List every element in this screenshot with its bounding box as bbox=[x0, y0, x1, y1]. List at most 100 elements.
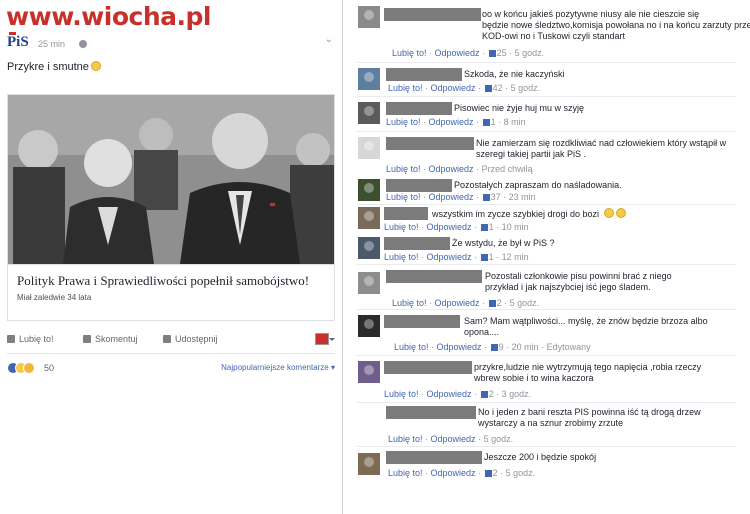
comment-time[interactable]: 23 min bbox=[509, 192, 536, 202]
post-time[interactable]: 25 min bbox=[38, 39, 65, 49]
comment-text: Pozostali członkowie pisu powinni brać z… bbox=[485, 271, 672, 292]
comment-reply-link[interactable]: Odpowiedz bbox=[431, 83, 476, 93]
avatar[interactable] bbox=[358, 272, 380, 294]
comment-meta: Lubię to! · Odpowiedz · 2 · 5 godz. bbox=[388, 468, 536, 478]
comment-like-count[interactable]: 1 bbox=[489, 222, 494, 232]
avatar[interactable] bbox=[358, 102, 380, 124]
comment-reply-link[interactable]: Odpowiedz bbox=[437, 342, 482, 352]
avatar[interactable] bbox=[358, 361, 380, 383]
comment-meta: Lubię to! · Odpowiedz · 2 · 5 godz. bbox=[392, 298, 540, 308]
thumbs-up-icon bbox=[488, 50, 496, 57]
separator bbox=[356, 264, 736, 265]
redacted-name bbox=[384, 237, 450, 250]
comment-like-link[interactable]: Lubię to! bbox=[386, 192, 421, 202]
comment-like-link[interactable]: Lubię to! bbox=[392, 298, 427, 308]
reactions-summary[interactable]: 50 Najpopularniejsze komentarze ▾ bbox=[7, 362, 335, 376]
group-photo-graphic bbox=[8, 95, 334, 264]
comment-time[interactable]: 3 godz. bbox=[502, 389, 532, 399]
comment-time[interactable]: Przed chwilą bbox=[482, 164, 533, 174]
comment-time[interactable]: 10 min bbox=[502, 222, 529, 232]
comment-time[interactable]: 8 min bbox=[504, 117, 526, 127]
post-as-avatar-selector[interactable] bbox=[315, 333, 335, 345]
share-button[interactable]: Udostępnij bbox=[163, 334, 218, 344]
comment-meta: Lubię to! · Odpowiedz · 5 godz. bbox=[388, 434, 514, 444]
comment-like-count[interactable]: 2 bbox=[489, 389, 494, 399]
thumbs-up-icon bbox=[484, 85, 492, 92]
share-label: Udostępnij bbox=[175, 334, 218, 344]
smile-emoji-icon bbox=[615, 208, 626, 218]
comment-reply-link[interactable]: Odpowiedz bbox=[429, 192, 474, 202]
link-preview[interactable]: Polityk Prawa i Sprawiedliwości popełnił… bbox=[7, 265, 335, 321]
comment-time[interactable]: 5 godz. bbox=[484, 434, 514, 444]
link-title[interactable]: Polityk Prawa i Sprawiedliwości popełnił… bbox=[17, 273, 309, 289]
comment-like-link[interactable]: Lubię to! bbox=[388, 468, 423, 478]
comment-icon bbox=[83, 335, 91, 343]
comment-like-link[interactable]: Lubię to! bbox=[384, 389, 419, 399]
redacted-name bbox=[386, 68, 462, 81]
comment-like-link[interactable]: Lubię to! bbox=[386, 117, 421, 127]
comment-reply-link[interactable]: Odpowiedz bbox=[435, 298, 480, 308]
comment-reply-link[interactable]: Odpowiedz bbox=[429, 117, 474, 127]
comment-like-link[interactable]: Lubię to! bbox=[388, 434, 423, 444]
comment-time[interactable]: 5 godz. bbox=[511, 83, 541, 93]
avatar[interactable] bbox=[358, 68, 380, 90]
comment-reply-link[interactable]: Odpowiedz bbox=[427, 389, 472, 399]
comment-like-count[interactable]: 25 bbox=[497, 48, 507, 58]
comment-button[interactable]: Skomentuj bbox=[83, 334, 138, 344]
like-button[interactable]: Lubię to! bbox=[7, 334, 54, 344]
comment-sort-dropdown[interactable]: Najpopularniejsze komentarze ▾ bbox=[221, 363, 335, 372]
comment-like-count[interactable]: 1 bbox=[489, 252, 494, 262]
separator bbox=[356, 96, 736, 97]
comment-like-link[interactable]: Lubię to! bbox=[388, 83, 423, 93]
comment-text: Nie zamierzam się rozdkliwiać nad człowi… bbox=[476, 138, 727, 159]
comment-reply-link[interactable]: Odpowiedz bbox=[435, 48, 480, 58]
comment-like-link[interactable]: Lubię to! bbox=[384, 252, 419, 262]
comment-text: wszystkim im zycze szybkiej drogi do boz… bbox=[432, 208, 626, 220]
comment-text: Pisowiec nie żyje huj mu w szyję bbox=[454, 103, 585, 113]
comment-like-link[interactable]: Lubię to! bbox=[392, 48, 427, 58]
comment-like-link[interactable]: Lubię to! bbox=[384, 222, 419, 232]
avatar[interactable] bbox=[358, 237, 380, 259]
separator bbox=[356, 62, 736, 63]
post-photo[interactable] bbox=[7, 94, 335, 265]
comment-reply-link[interactable]: Odpowiedz bbox=[429, 164, 474, 174]
redacted-name bbox=[384, 8, 481, 21]
comment-meta: Lubię to! · Odpowiedz · 1 · 10 min bbox=[384, 222, 529, 232]
page-logo[interactable]: PiS bbox=[7, 32, 29, 51]
avatar[interactable] bbox=[358, 179, 380, 201]
comment-like-count[interactable]: 1 bbox=[491, 117, 496, 127]
comment-like-link[interactable]: Lubię to! bbox=[394, 342, 429, 352]
comment-reply-link[interactable]: Odpowiedz bbox=[431, 468, 476, 478]
comment-edited[interactable]: Edytowany bbox=[547, 342, 591, 352]
comment-like-count[interactable]: 42 bbox=[493, 83, 503, 93]
comment-reply-link[interactable]: Odpowiedz bbox=[427, 222, 472, 232]
comment-like-count[interactable]: 9 bbox=[499, 342, 504, 352]
comment-time[interactable]: 20 min bbox=[512, 342, 539, 352]
comment-like-count[interactable]: 2 bbox=[497, 298, 502, 308]
comment-like-link[interactable]: Lubię to! bbox=[386, 164, 421, 174]
like-label: Lubię to! bbox=[19, 334, 54, 344]
comment-meta: Lubię to! · Odpowiedz · 25 · 5 godz. bbox=[392, 48, 545, 58]
comment-time[interactable]: 5 godz. bbox=[510, 298, 540, 308]
avatar[interactable] bbox=[358, 315, 380, 337]
comment-time[interactable]: 12 min bbox=[502, 252, 529, 262]
redacted-name bbox=[384, 207, 428, 220]
divider bbox=[7, 353, 335, 354]
comment-reply-link[interactable]: Odpowiedz bbox=[427, 252, 472, 262]
chevron-down-icon[interactable]: ⌄ bbox=[325, 34, 333, 45]
avatar[interactable] bbox=[358, 6, 380, 28]
post-actions: Lubię to! Skomentuj Udostępnij bbox=[7, 330, 335, 350]
avatar[interactable] bbox=[358, 207, 380, 229]
thumbs-up-icon bbox=[480, 254, 488, 261]
comment-text: Pozostałych zapraszam do naśladowania. bbox=[454, 180, 622, 190]
comment-reply-link[interactable]: Odpowiedz bbox=[431, 434, 476, 444]
redacted-name bbox=[384, 315, 460, 328]
comment-time[interactable]: 5 godz. bbox=[515, 48, 545, 58]
avatar[interactable] bbox=[358, 453, 380, 475]
comment-like-count[interactable]: 37 bbox=[491, 192, 501, 202]
separator bbox=[356, 402, 736, 403]
avatar[interactable] bbox=[358, 137, 380, 159]
comment-time[interactable]: 5 godz. bbox=[506, 468, 536, 478]
comment-like-count[interactable]: 2 bbox=[493, 468, 498, 478]
haha-reaction-icon bbox=[23, 362, 35, 374]
